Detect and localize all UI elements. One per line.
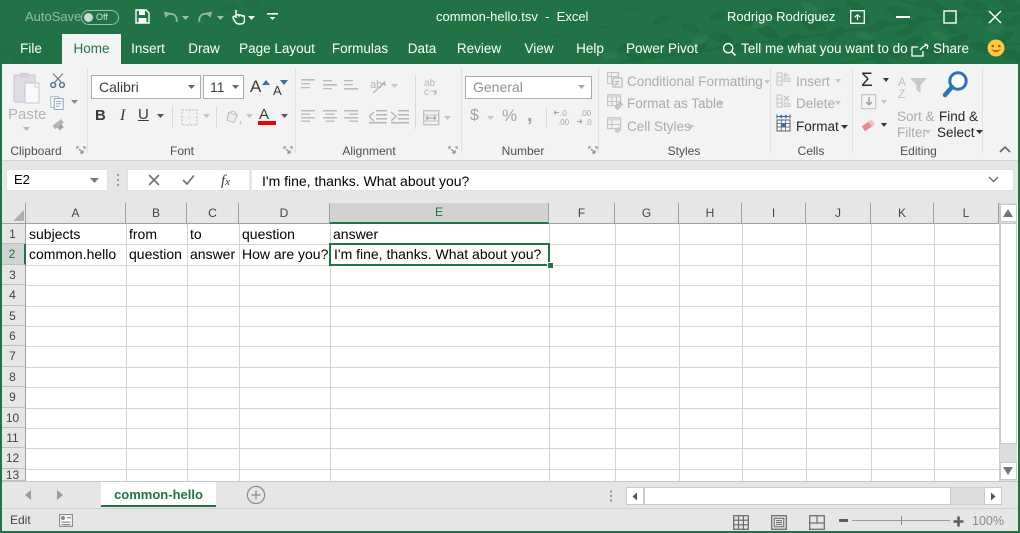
svg-text:.00: .00: [558, 118, 570, 127]
svg-text:.0: .0: [585, 118, 592, 127]
svg-text:Z: Z: [898, 87, 905, 100]
svg-text:.00: .00: [580, 109, 592, 118]
svg-text:c: c: [424, 87, 429, 96]
svg-text:≠: ≠: [615, 78, 620, 88]
svg-text:ab: ab: [370, 79, 382, 91]
svg-text:.0: .0: [560, 109, 567, 118]
